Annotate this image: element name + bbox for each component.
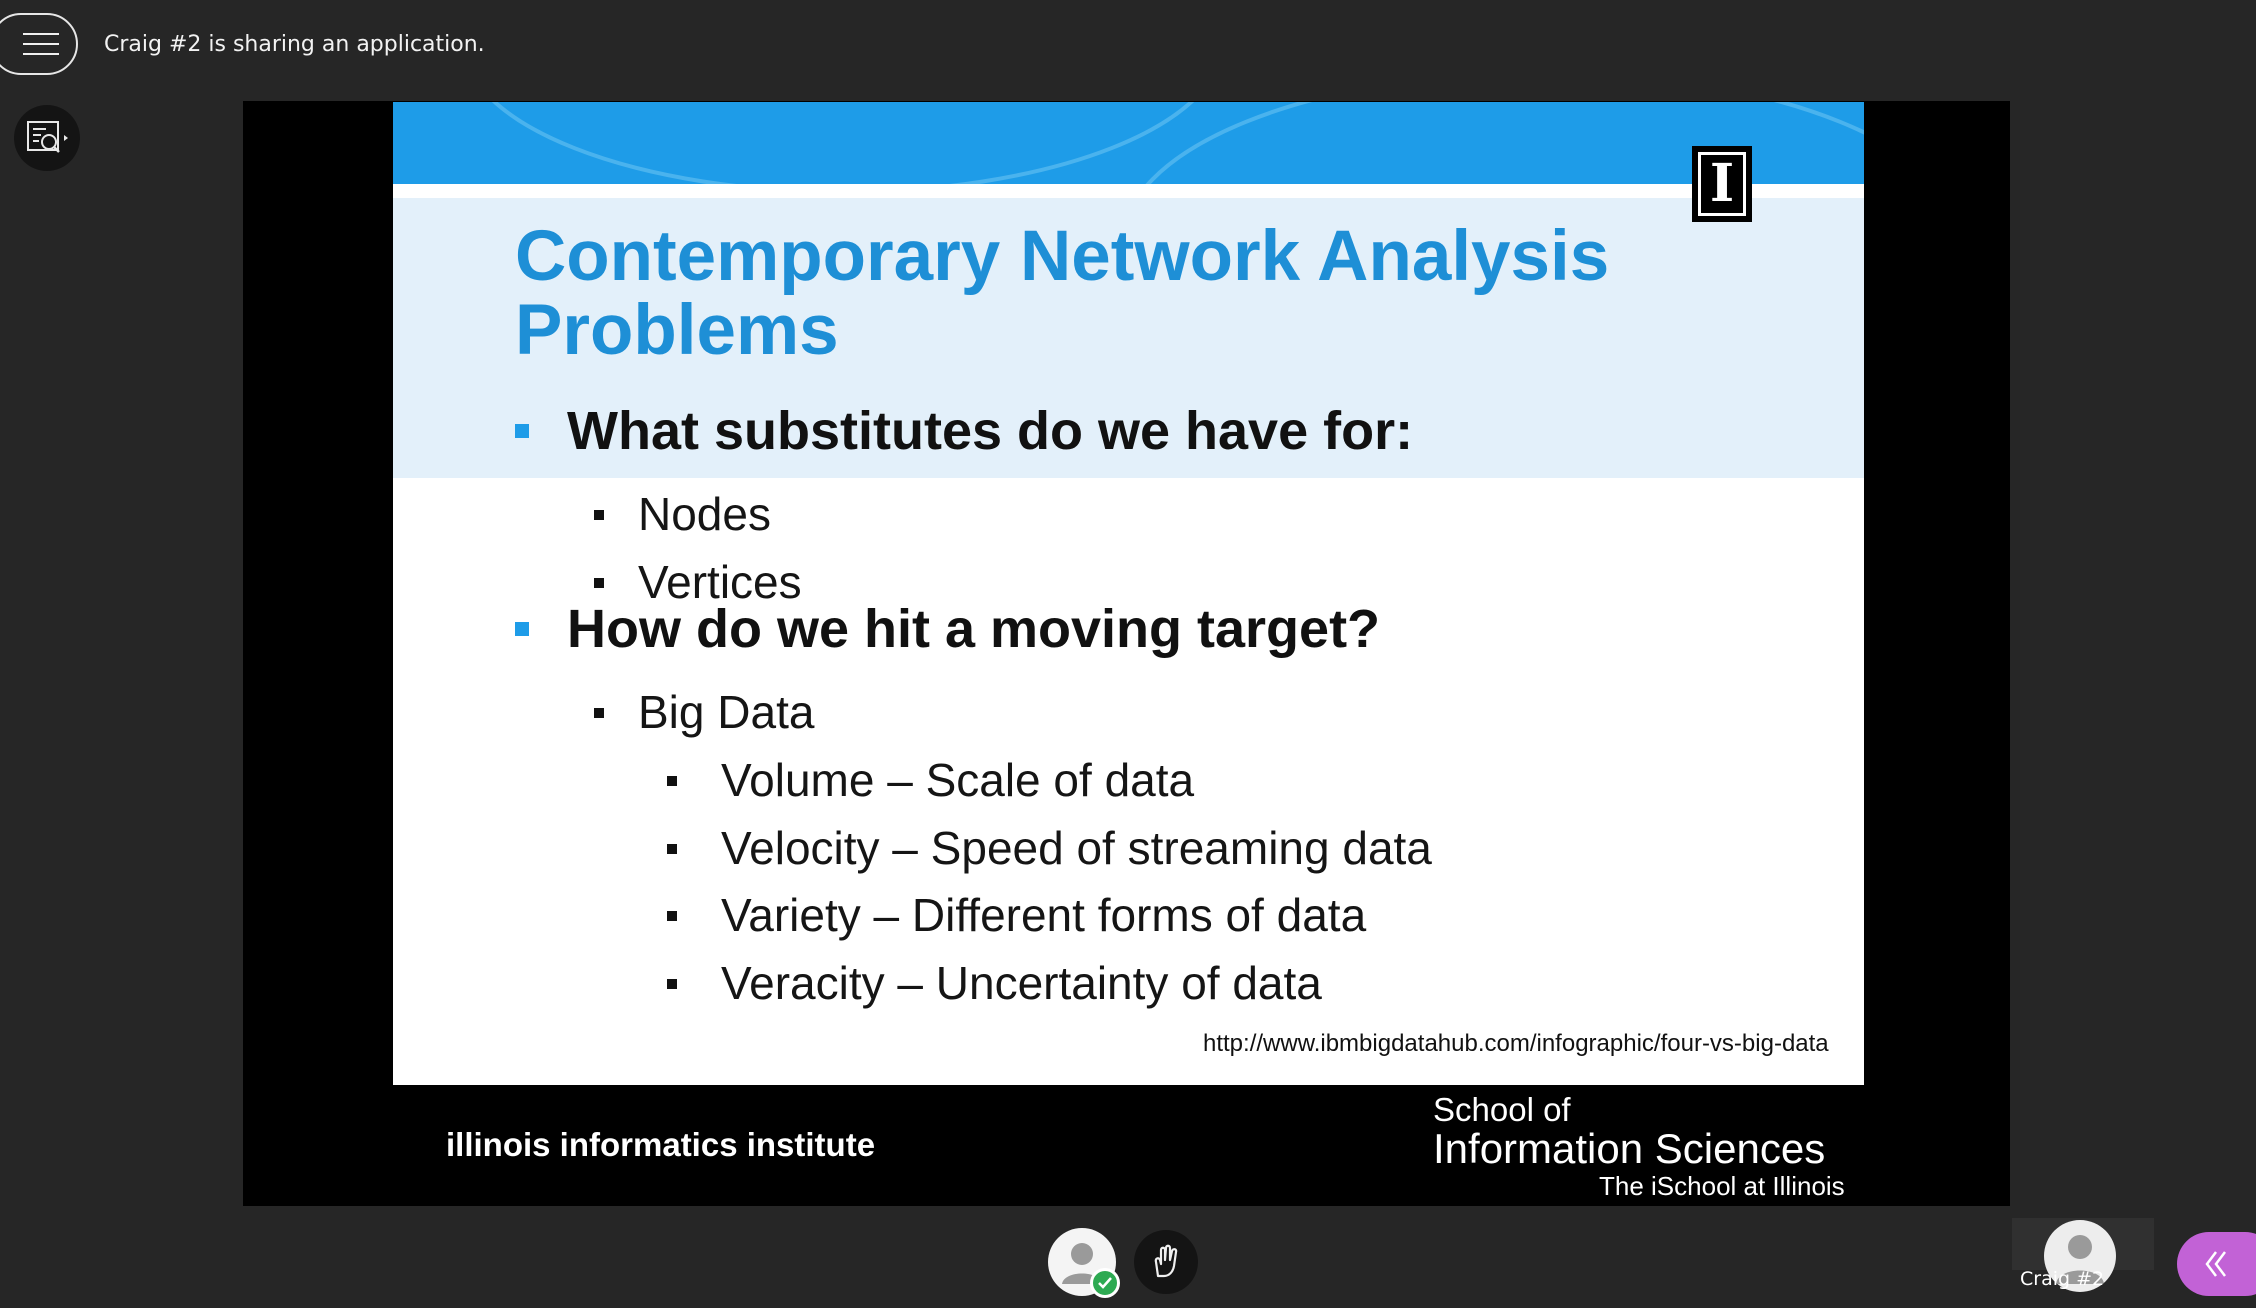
slide-footer-left: illinois informatics institute bbox=[446, 1126, 876, 1163]
slide-source-url: http://www.ibmbigdatahub.com/infographic… bbox=[1203, 1030, 1829, 1057]
slide-inspect-button[interactable] bbox=[14, 105, 80, 171]
presentation-slide: I Contemporary Network Analysis Problems… bbox=[393, 102, 1864, 1085]
double-chevron-left-icon bbox=[2205, 1251, 2226, 1277]
slide-bullet: How do we hit a moving target? bbox=[515, 597, 1380, 661]
slide-subbullet: Big Data bbox=[594, 682, 814, 742]
slide-subsubbullet: Velocity – Speed of streaming data bbox=[667, 818, 1432, 878]
hamburger-icon bbox=[23, 33, 59, 55]
footer-school-of: School of bbox=[1433, 1091, 1571, 1128]
sharing-status-text: Craig #2 is sharing an application. bbox=[104, 32, 485, 57]
slide-footer-right: School of Information Sciences The iScho… bbox=[1433, 1091, 1845, 1202]
shared-application-stage[interactable]: I Contemporary Network Analysis Problems… bbox=[243, 101, 2010, 1206]
slide-header-band bbox=[393, 102, 1864, 184]
footer-information-sciences: Information Sciences bbox=[1433, 1125, 1826, 1172]
collapse-panel-button[interactable] bbox=[2177, 1232, 2256, 1296]
raise-hand-button[interactable] bbox=[1134, 1230, 1198, 1294]
slide-bullet: What substitutes do we have for: bbox=[515, 399, 1413, 463]
session-menu-button[interactable] bbox=[0, 13, 78, 75]
slide-subsubbullet: Variety – Different forms of data bbox=[667, 885, 1366, 945]
slide-inspect-icon bbox=[27, 121, 68, 153]
my-status-button[interactable] bbox=[1048, 1228, 1120, 1298]
slide-subsubbullet: Volume – Scale of data bbox=[667, 750, 1194, 810]
slide-subbullet: Nodes bbox=[594, 484, 771, 544]
status-check-icon bbox=[1090, 1268, 1120, 1298]
slide-subsubbullet: Veracity – Uncertainty of data bbox=[667, 953, 1322, 1013]
footer-ischool: The iSchool at Illinois bbox=[1599, 1171, 1845, 1201]
slide-title: Contemporary Network Analysis Problems bbox=[515, 217, 1610, 370]
illinois-logo: I bbox=[1692, 146, 1752, 222]
participant-name: Craig #2 bbox=[2020, 1268, 2105, 1290]
slide-band-arcs bbox=[491, 102, 1864, 184]
raise-hand-icon bbox=[1154, 1244, 1178, 1278]
